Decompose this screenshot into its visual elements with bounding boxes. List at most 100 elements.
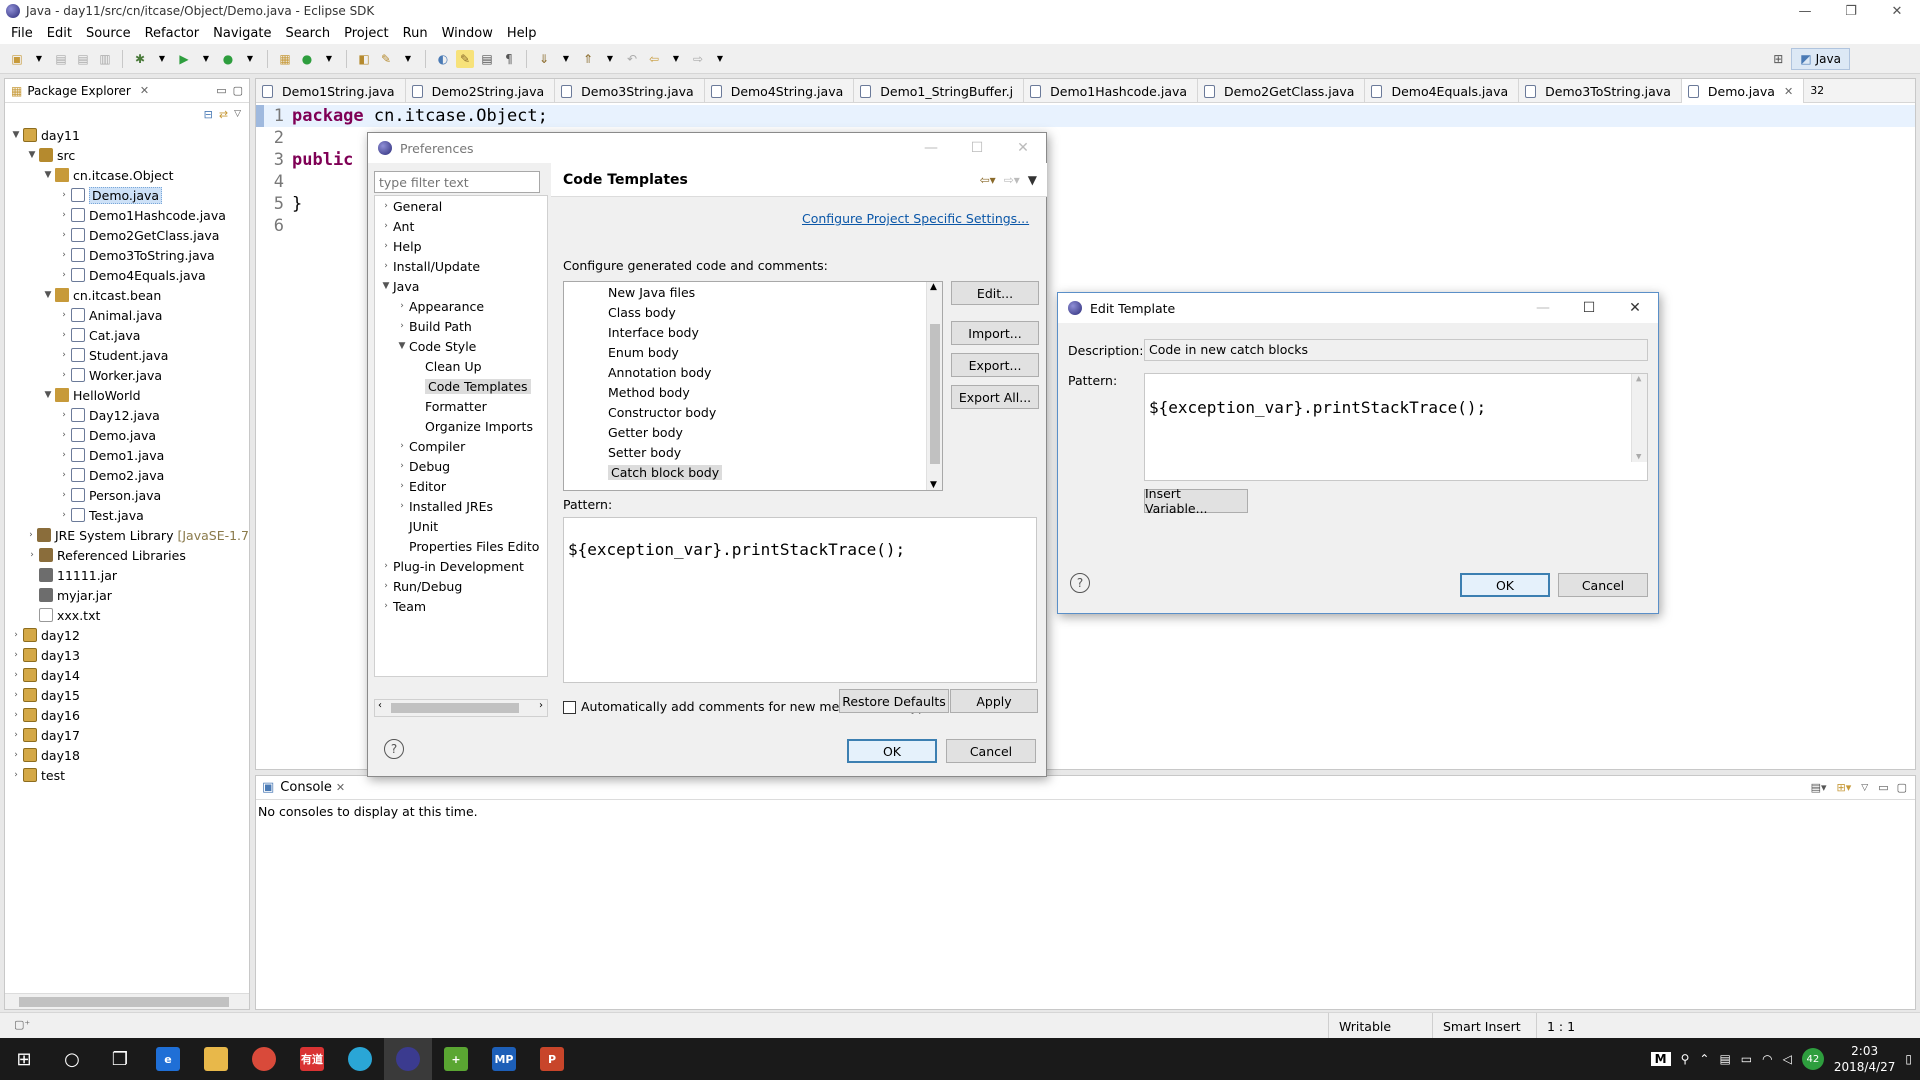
next-annotation-icon[interactable]: ⇓ (535, 50, 553, 68)
expand-toggle-icon[interactable]: › (57, 210, 71, 220)
link-with-editor-icon[interactable]: ⇄ (219, 108, 228, 121)
battery-icon[interactable]: ▭ (1741, 1052, 1752, 1066)
file-explorer-icon[interactable] (192, 1038, 240, 1080)
expand-toggle-icon[interactable]: › (25, 550, 39, 560)
expand-toggle-icon[interactable]: › (395, 481, 409, 491)
toggle-highlight-icon[interactable]: ✎ (456, 49, 474, 68)
expand-toggle-icon[interactable]: › (57, 190, 71, 200)
dropdown-icon[interactable]: ▼ (601, 50, 619, 68)
previous-annotation-icon[interactable]: ⇑ (579, 50, 597, 68)
menu-refactor[interactable]: Refactor (138, 26, 207, 41)
tree-item[interactable]: ▼ src (9, 145, 249, 165)
expand-toggle-icon[interactable]: ▼ (25, 150, 39, 160)
expand-toggle-icon[interactable]: › (57, 370, 71, 380)
expand-toggle-icon[interactable]: › (395, 301, 409, 311)
dropdown-icon[interactable]: ▼ (399, 50, 417, 68)
tree-item[interactable]: ▼ cn.itcase.Object (9, 165, 249, 185)
menu-run[interactable]: Run (396, 26, 435, 41)
template-item[interactable]: Constructor body (564, 402, 942, 422)
chrome-icon[interactable] (240, 1038, 288, 1080)
tree-item[interactable]: › Animal.java (9, 305, 249, 325)
expand-toggle-icon[interactable]: › (9, 750, 23, 760)
scroll-left-icon[interactable]: ‹ (378, 700, 382, 711)
show-whitespace-icon[interactable]: ¶ (500, 50, 518, 68)
tree-item[interactable]: › day13 (9, 645, 249, 665)
menu-edit[interactable]: Edit (40, 26, 79, 41)
preferences-tree-item[interactable]: › Help (375, 236, 547, 256)
editor-tab[interactable]: Demo4Equals.java (1365, 79, 1520, 103)
volume-icon[interactable]: ◁ (1783, 1052, 1792, 1066)
preferences-tree-item[interactable]: › Debug (375, 456, 547, 476)
horizontal-scrollbar[interactable] (5, 993, 249, 1009)
expand-toggle-icon[interactable]: › (57, 270, 71, 280)
show-hidden-icons-icon[interactable]: ⌃ (1699, 1052, 1709, 1066)
close-tab-icon[interactable]: ✕ (336, 781, 345, 794)
tree-item[interactable]: › Referenced Libraries (9, 545, 249, 565)
java-perspective-button[interactable]: ◩ Java (1791, 48, 1850, 70)
notification-badge[interactable]: 42 (1801, 1048, 1824, 1070)
cortana-icon[interactable]: ○ (48, 1038, 96, 1080)
preferences-tree-item[interactable]: Organize Imports (375, 416, 547, 436)
expand-toggle-icon[interactable]: › (57, 230, 71, 240)
template-item[interactable]: Method body (564, 382, 942, 402)
qq-browser-icon[interactable] (336, 1038, 384, 1080)
print-icon[interactable]: ▥ (96, 50, 114, 68)
dropdown-icon[interactable]: ▼ (320, 50, 338, 68)
expand-toggle-icon[interactable]: › (379, 221, 393, 231)
scrollbar-thumb[interactable] (19, 997, 229, 1007)
tree-item[interactable]: › test (9, 765, 249, 785)
preferences-tree-item[interactable]: › Build Path (375, 316, 547, 336)
pattern-editor[interactable]: ${exception_var}.printStackTrace(); ▲ ▼ (1144, 373, 1648, 481)
expand-toggle-icon[interactable]: › (57, 250, 71, 260)
vertical-scrollbar[interactable]: ▲ ▼ (926, 282, 942, 490)
tree-item[interactable]: › day17 (9, 725, 249, 745)
expand-toggle-icon[interactable]: › (395, 441, 409, 451)
expand-toggle-icon[interactable]: › (57, 490, 71, 500)
eclipse-icon[interactable] (384, 1038, 432, 1080)
expand-toggle-icon[interactable]: › (9, 670, 23, 680)
tree-item[interactable]: ▼ day11 (9, 125, 249, 145)
start-icon[interactable]: ⊞ (0, 1038, 48, 1080)
expand-toggle-icon[interactable]: › (379, 241, 393, 251)
tree-item[interactable]: › Demo4Equals.java (9, 265, 249, 285)
run-icon[interactable]: ▶ (175, 50, 193, 68)
maximize-button[interactable]: ☐ (954, 133, 1000, 163)
editor-tab[interactable]: Demo1String.java (256, 79, 406, 103)
expand-toggle-icon[interactable]: › (9, 690, 23, 700)
console-title[interactable]: Console (280, 780, 332, 795)
view-menu-icon[interactable]: ▼ (1028, 173, 1037, 187)
expand-toggle-icon[interactable]: › (395, 461, 409, 471)
expand-toggle-icon[interactable]: ▼ (41, 170, 55, 180)
expand-toggle-icon[interactable]: › (379, 581, 393, 591)
expand-toggle-icon[interactable]: › (395, 321, 409, 331)
tree-item[interactable]: › day15 (9, 685, 249, 705)
tree-item[interactable]: › day14 (9, 665, 249, 685)
expand-toggle-icon[interactable]: › (379, 601, 393, 611)
editor-tab[interactable]: Demo.java ✕ (1681, 79, 1805, 103)
insert-variable-button[interactable]: Insert Variable... (1144, 486, 1248, 516)
back-icon[interactable]: ⇦▾ (980, 173, 996, 187)
tree-item[interactable]: › JRE System Library [JavaSE-1.7 (9, 525, 249, 545)
toggle-mark-occurrences-icon[interactable]: ◐ (434, 50, 452, 68)
open-type-icon[interactable]: ◧ (355, 50, 373, 68)
dropdown-icon[interactable]: ▼ (241, 50, 259, 68)
export-all-button[interactable]: Export All... (951, 385, 1039, 409)
tree-item[interactable]: › day18 (9, 745, 249, 765)
expand-toggle-icon[interactable]: › (57, 330, 71, 340)
new-icon[interactable]: ▣ (8, 50, 26, 68)
forward-icon[interactable]: ⇨▾ (1004, 173, 1020, 187)
minimize-button[interactable]: — (1520, 293, 1566, 323)
expand-toggle-icon[interactable]: › (379, 201, 393, 211)
menu-navigate[interactable]: Navigate (206, 26, 278, 41)
tree-item[interactable]: › day12 (9, 625, 249, 645)
preferences-tree-item[interactable]: › Editor (375, 476, 547, 496)
tree-item[interactable]: ▼ HelloWorld (9, 385, 249, 405)
collapse-all-icon[interactable]: ⊟ (204, 108, 213, 121)
menu-search[interactable]: Search (278, 26, 337, 41)
scroll-right-icon[interactable]: › (539, 700, 543, 711)
expand-toggle-icon[interactable]: › (395, 501, 409, 511)
view-menu-icon[interactable]: ▽ (234, 109, 241, 119)
tree-item[interactable]: › Person.java (9, 485, 249, 505)
minimize-button[interactable]: — (1782, 0, 1828, 22)
preferences-tree-item[interactable]: Clean Up (375, 356, 547, 376)
